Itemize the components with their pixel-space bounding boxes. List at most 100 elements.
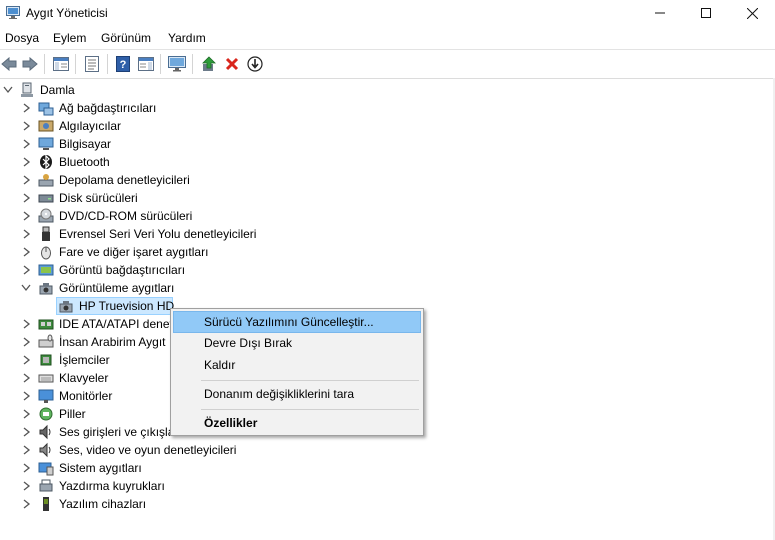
tree-item-bluetooth[interactable]: Bluetooth [0,153,400,171]
update-driver-button[interactable] [200,55,218,73]
chevron-right-icon[interactable] [21,264,31,276]
tree-item-software-device[interactable]: Yazılım cihazları [0,495,400,513]
svg-text:?: ? [120,59,127,71]
sensor-icon [38,120,54,132]
disable-button[interactable] [246,55,264,73]
menu-separator [201,409,419,410]
tree-item-sensor[interactable]: Algılayıcılar [0,117,400,135]
print-queue-icon [39,479,53,492]
menu-bar: Dosya Eylem Görünüm Yardım [0,28,775,48]
chevron-right-icon[interactable] [21,372,31,384]
properties-button[interactable] [83,55,101,73]
chevron-right-icon[interactable] [21,210,31,222]
close-button[interactable] [729,0,775,26]
tree-item-label: İnsan Arabirim Aygıt [59,335,166,349]
chevron-right-icon[interactable] [21,408,31,420]
console-tree-button[interactable] [52,55,70,73]
chevron-right-icon[interactable] [21,156,31,168]
webcam-icon [59,301,73,313]
scan-hardware-button[interactable] [168,55,186,73]
tree-item-label: IDE ATA/ATAPI denet [59,317,173,331]
back-button[interactable] [0,55,18,73]
chevron-right-icon[interactable] [21,426,31,438]
chevron-right-icon[interactable] [21,390,31,402]
chevron-right-icon[interactable] [21,318,31,330]
chevron-right-icon[interactable] [21,462,31,474]
imaging-device-icon [39,283,53,295]
chevron-right-icon[interactable] [21,246,31,258]
tree-item-imaging-device[interactable]: Görüntüleme aygıtları [0,279,400,297]
update-driver-icon [202,56,216,71]
maximize-icon [701,8,711,18]
menu-action[interactable]: Eylem [53,31,86,45]
tree-item-label: Bluetooth [59,155,110,169]
tree-item-disk-drive[interactable]: Disk sürücüleri [0,189,400,207]
menu-help[interactable]: Yardım [168,31,206,45]
disable-menu-item[interactable]: Devre Dışı Bırak [173,332,421,354]
tree-item-label: Fare ve diğer işaret aygıtları [59,245,209,259]
storage-controller-icon [38,174,54,187]
maximize-button[interactable] [683,0,729,26]
help-button[interactable]: ? [114,55,132,73]
menu-file[interactable]: Dosya [5,31,39,45]
tree-item-system-device[interactable]: Sistem aygıtları [0,459,400,477]
chevron-right-icon[interactable] [21,120,31,132]
scan-hardware-menu-item[interactable]: Donanım değişikliklerini tara [173,383,421,405]
action-pane-button[interactable] [137,55,155,73]
chevron-down-icon[interactable] [3,84,13,96]
toolbar: ? [0,49,775,79]
properties-label: Özellikler [204,416,258,430]
tree-item-label: Klavyeler [59,371,109,385]
context-menu: Sürücü Yazılımını Güncelleştir... Devre … [170,308,424,436]
tree-root[interactable]: Damla [0,81,400,99]
tree-root-label: Damla [40,83,75,97]
tree-item-label: Evrensel Seri Veri Yolu denetleyicileri [59,227,257,241]
tree-item-storage-controller[interactable]: Depolama denetleyicileri [0,171,400,189]
processor-icon [40,354,52,366]
tree-item-mouse[interactable]: Fare ve diğer işaret aygıtları [0,243,400,261]
tree-item-computer[interactable]: Bilgisayar [0,135,400,153]
chevron-down-icon[interactable] [21,282,31,294]
audio-io-icon [39,424,51,440]
update-driver-label: Sürücü Yazılımını Güncelleştir... [204,315,374,329]
uninstall-button[interactable] [223,55,241,73]
tree-item-display-adapter[interactable]: Görüntü bağdaştırıcıları [0,261,400,279]
tree-item-label: Bilgisayar [59,137,112,151]
chevron-right-icon[interactable] [21,480,31,492]
tree-item-dvd[interactable]: DVD/CD-ROM sürücüleri [0,207,400,225]
tree-item-sound-video[interactable]: Ses, video ve oyun denetleyicileri [0,441,400,459]
tree-item-network-adapter[interactable]: Ağ bağdaştırıcıları [0,99,400,117]
help-icon: ? [116,56,130,72]
disable-down-arrow-icon [247,56,263,72]
chevron-right-icon[interactable] [21,192,31,204]
disable-label: Devre Dışı Bırak [204,336,293,350]
menu-view[interactable]: Görünüm [101,31,151,45]
action-pane-icon [138,57,154,71]
properties-menu-item[interactable]: Özellikler [173,412,421,434]
chevron-right-icon[interactable] [21,498,31,510]
red-x-icon [225,57,239,71]
window-title: Aygıt Yöneticisi [26,6,108,20]
minimize-button[interactable] [637,0,683,26]
software-device-icon [43,497,49,511]
chevron-right-icon[interactable] [21,336,31,348]
uninstall-menu-item[interactable]: Kaldır [173,354,421,376]
usb-icon [42,226,50,241]
chevron-right-icon[interactable] [21,138,31,150]
forward-button[interactable] [21,55,39,73]
chevron-right-icon[interactable] [21,228,31,240]
close-icon [746,7,758,19]
tree-item-usb[interactable]: Evrensel Seri Veri Yolu denetleyicileri [0,225,400,243]
hid-icon [38,334,54,348]
tree-item-label: Görüntü bağdaştırıcıları [59,263,186,277]
tree-item-print-queue[interactable]: Yazdırma kuyrukları [0,477,400,495]
chevron-right-icon[interactable] [21,444,31,456]
chevron-right-icon[interactable] [21,102,31,114]
scan-hardware-label: Donanım değişikliklerini tara [204,387,355,401]
chevron-right-icon[interactable] [21,174,31,186]
tree-item-label: Görüntüleme aygıtları [59,281,175,295]
network-adapter-icon [38,102,54,116]
chevron-right-icon[interactable] [21,354,31,366]
tree-item-label: Monitörler [59,389,113,403]
update-driver-menu-item[interactable]: Sürücü Yazılımını Güncelleştir... [173,311,421,333]
